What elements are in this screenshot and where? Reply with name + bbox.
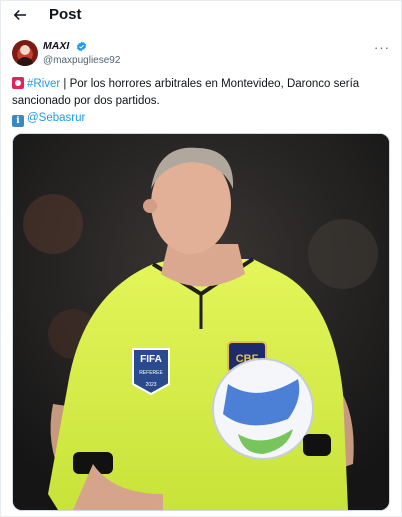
red-badge-emoji <box>12 77 24 89</box>
mention-link[interactable]: @Sebasrur <box>27 112 85 124</box>
post-header: Post <box>0 0 402 32</box>
arrow-left-icon[interactable] <box>11 6 29 24</box>
hashtag-link[interactable]: #River <box>27 78 60 90</box>
author-name[interactable]: MAXI <box>43 40 69 52</box>
more-options-icon[interactable]: ··· <box>374 40 390 55</box>
tweet-image[interactable]: FIFA REFEREE 2023 CBF <box>12 133 390 511</box>
info-emoji: i <box>12 115 24 127</box>
avatar[interactable] <box>12 40 38 66</box>
verified-badge-icon <box>76 41 87 52</box>
tweet-body: | Por los horrores arbitrales en Montevi… <box>12 78 360 107</box>
fifa-badge: FIFA REFEREE 2023 <box>132 348 170 396</box>
svg-text:REFEREE: REFEREE <box>139 370 163 376</box>
author-handle[interactable]: @maxpugliese92 <box>43 55 120 66</box>
svg-text:2023: 2023 <box>145 382 156 388</box>
tweet-text: #River | Por los horrores arbitrales en … <box>12 76 394 127</box>
svg-text:FIFA: FIFA <box>140 354 162 365</box>
page-title: Post <box>49 6 82 23</box>
